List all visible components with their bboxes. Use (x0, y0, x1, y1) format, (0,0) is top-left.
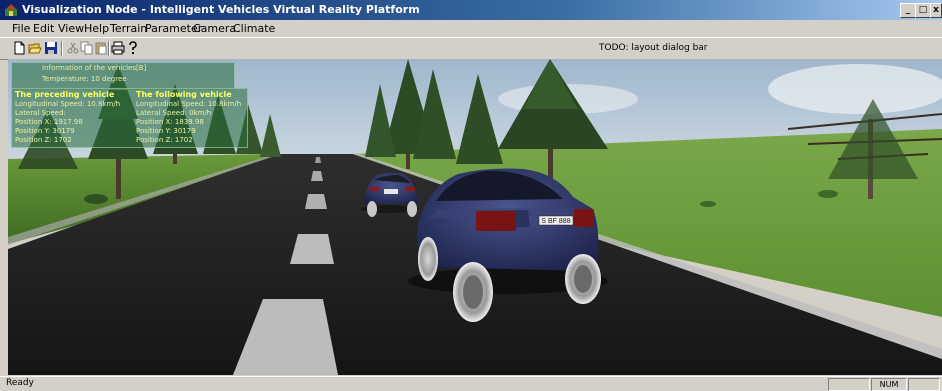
toolbar: TODO: layout dialog bar (0, 37, 942, 60)
following-position-y: Position Y: 30179 (136, 127, 196, 135)
following-position-z: Position Z: 1702 (136, 136, 193, 144)
status-text: Ready (6, 378, 34, 388)
dialog-bar-placeholder: TODO: layout dialog bar (599, 43, 708, 53)
num-lock-indicator: NUM (871, 378, 907, 391)
copy-icon[interactable] (80, 41, 94, 55)
preceding-vehicle-title: The preceding vehicle (15, 90, 115, 99)
preceding-position-x: Position X: 1917.98 (15, 118, 83, 126)
paste-icon[interactable] (94, 41, 108, 55)
following-vehicle-title: The following vehicle (136, 90, 232, 99)
new-file-icon[interactable] (12, 41, 26, 55)
open-folder-icon[interactable] (28, 41, 42, 55)
following-position-x: Position X: 1839.98 (136, 118, 204, 126)
info-title: Information of the vehicles[B] (42, 64, 147, 72)
status-pane-empty (828, 378, 870, 391)
title-bar: Visualization Node - Intelligent Vehicle… (0, 0, 942, 20)
vehicle-info-panel: Information of the vehicles[B] Temperatu… (11, 62, 235, 90)
menu-view[interactable]: View (58, 22, 84, 35)
minimize-button[interactable]: _ (900, 3, 916, 18)
menu-help[interactable]: Help (84, 22, 109, 35)
3d-viewport[interactable]: S BF 888 Information of the vehicles[B] … (8, 59, 942, 375)
maximize-button[interactable]: □ (915, 3, 931, 18)
vehicle-stats-panel: The preceding vehicle Longitudinal Speed… (11, 88, 248, 148)
menu-climate[interactable]: Climate (233, 22, 275, 35)
close-button[interactable]: x (930, 3, 942, 18)
menu-camera[interactable]: Camera (193, 22, 236, 35)
cut-icon[interactable] (66, 41, 80, 55)
menu-edit[interactable]: Edit (33, 22, 54, 35)
license-plate: S BF 888 (541, 218, 570, 225)
preceding-position-y: Position Y: 30179 (15, 127, 75, 135)
status-bar: Ready NUM (0, 376, 942, 391)
print-icon[interactable] (111, 41, 125, 55)
save-icon[interactable] (44, 41, 58, 55)
toolbar-separator (61, 41, 63, 56)
menu-bar: File Edit View Help Terrain Parameter Ca… (0, 20, 942, 37)
menu-file[interactable]: File (12, 22, 30, 35)
menu-terrain[interactable]: Terrain (110, 22, 147, 35)
temperature-label: Temperature: 10 degree (42, 75, 127, 83)
toolbar-separator (108, 41, 110, 56)
status-pane-empty (908, 378, 940, 391)
window-title: Visualization Node - Intelligent Vehicle… (22, 3, 420, 16)
preceding-lateral-speed: Lateral Speed: (15, 109, 66, 117)
following-lateral-speed: Lateral Speed: 0km/h (136, 109, 212, 117)
preceding-position-z: Position Z: 1702 (15, 136, 72, 144)
preceding-longitudinal-speed: Longitudinal Speed: 10.8km/h (15, 100, 121, 108)
app-icon (5, 4, 17, 16)
help-icon[interactable] (126, 41, 140, 55)
following-longitudinal-speed: Longitudinal Speed: 10.8km/h (136, 100, 242, 108)
